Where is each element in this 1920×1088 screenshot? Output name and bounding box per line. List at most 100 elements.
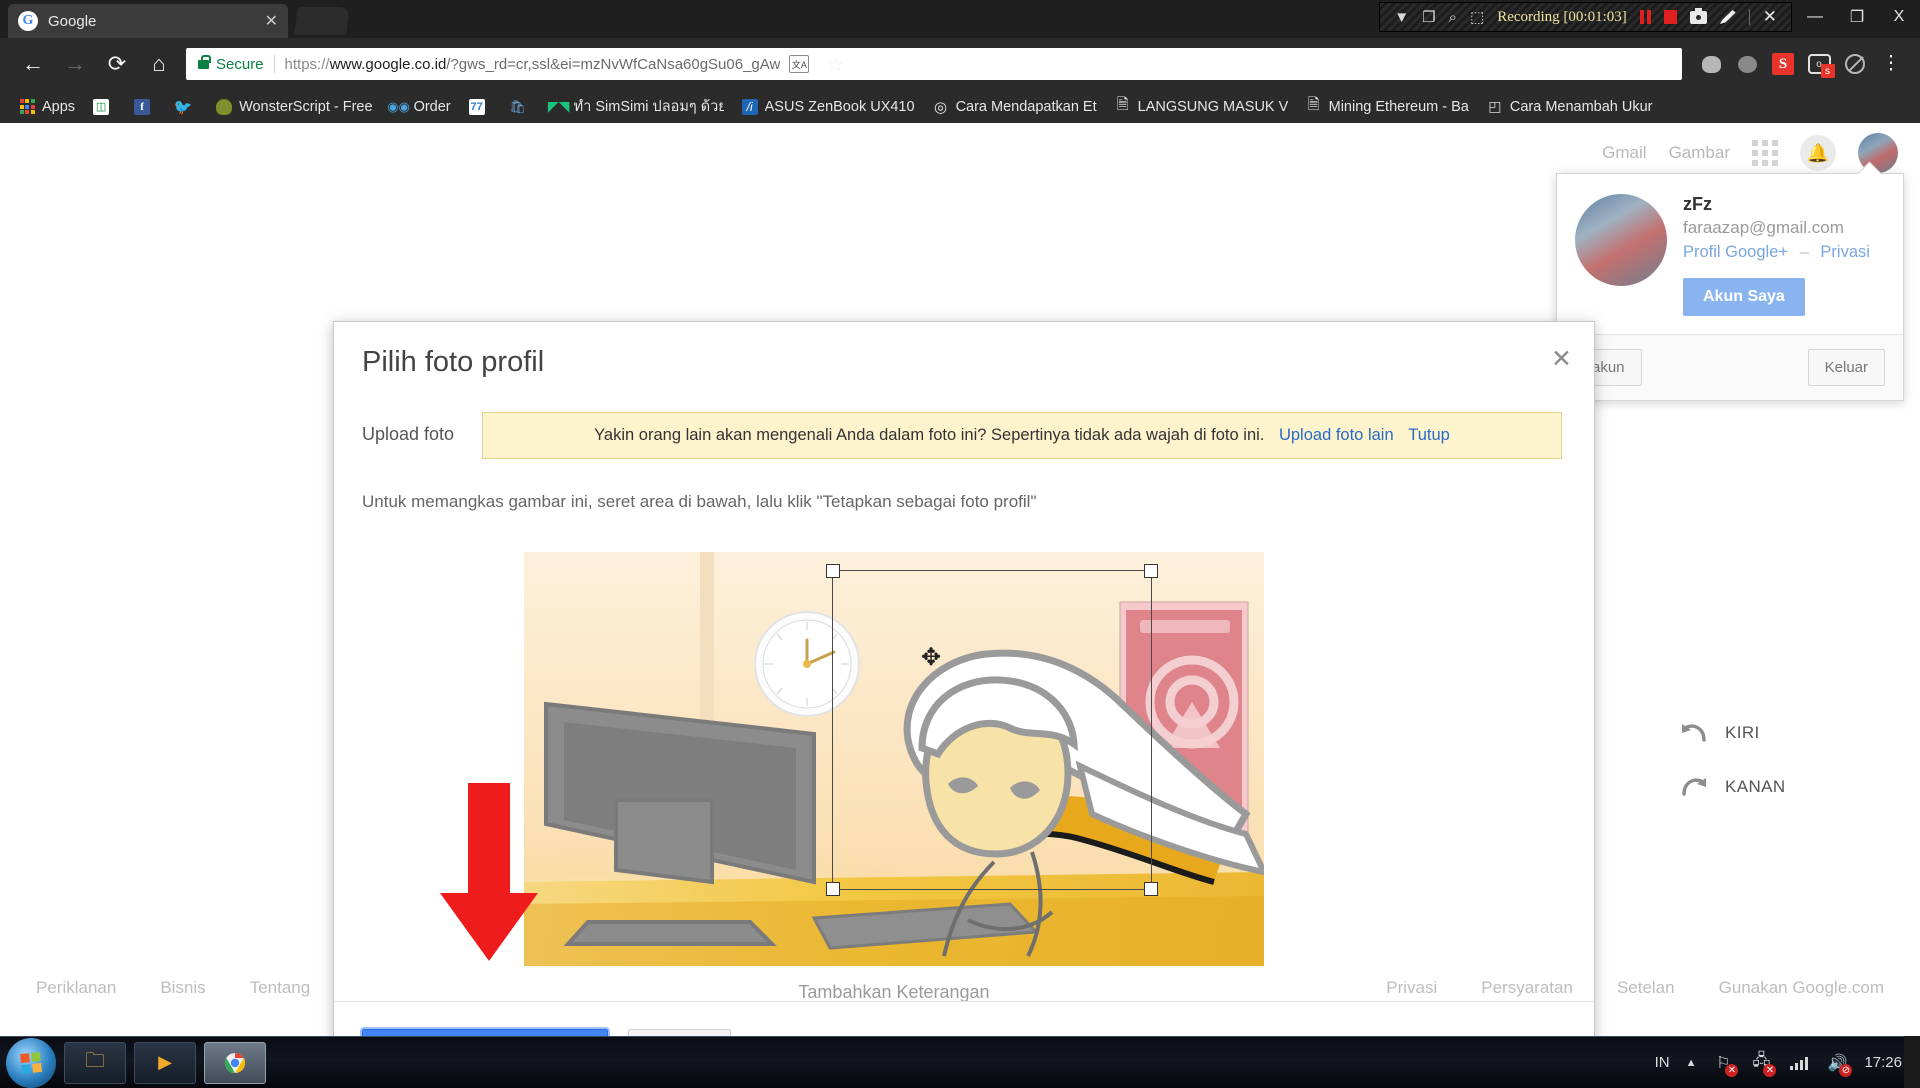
region-icon[interactable]: ⬚	[1470, 10, 1484, 25]
network-error-icon[interactable]: 🖧 ✕	[1750, 1052, 1777, 1077]
crop-handle-bottom-left[interactable]	[826, 882, 840, 896]
bookmark-item[interactable]: ◫	[84, 94, 125, 120]
tray-expand-chevron-icon[interactable]: ▲	[1686, 1057, 1697, 1069]
footer-link-setelan[interactable]: Setelan	[1617, 978, 1675, 998]
bookmark-apps[interactable]: Apps	[10, 94, 84, 120]
window-icon[interactable]: ❐	[1422, 10, 1435, 25]
rotate-right-button[interactable]: KANAN	[1679, 774, 1786, 800]
bookmark-item[interactable]: 🗎 LANGSUNG MASUK V	[1106, 94, 1297, 120]
maximize-button[interactable]: ❐	[1836, 0, 1878, 34]
extension-icon[interactable]	[1694, 47, 1728, 81]
crop-selection[interactable]: ✥	[826, 564, 1158, 896]
upload-other-photo-link[interactable]: Upload foto lain	[1279, 426, 1394, 444]
adblock-icon[interactable]	[1838, 47, 1872, 81]
oc-extension-icon[interactable]: os	[1802, 47, 1836, 81]
privacy-link[interactable]: Privasi	[1820, 243, 1870, 261]
language-indicator[interactable]: IN	[1655, 1054, 1670, 1071]
browser-tab[interactable]: G Google ✕	[8, 4, 288, 38]
bookmark-item[interactable]: ◉◉ Order	[382, 94, 460, 120]
bookmark-item[interactable]: ◰ Cara Menambah Ukur	[1478, 94, 1662, 120]
account-email: faraazap@gmail.com	[1683, 218, 1844, 237]
chrome-icon[interactable]	[204, 1041, 266, 1084]
signal-bars-icon[interactable]	[1788, 1053, 1810, 1073]
doc-icon: 🗎	[1307, 96, 1320, 113]
flag-error-icon[interactable]: ⚐ ✕	[1712, 1053, 1739, 1077]
crop-handle-top-left[interactable]	[826, 564, 840, 578]
bookmark-item[interactable]: f	[125, 94, 166, 120]
apps-grid-icon[interactable]	[1752, 140, 1778, 166]
bookmark-item[interactable]: WonsterScript - Free	[207, 94, 382, 120]
reload-button[interactable]: ⟳	[96, 43, 138, 85]
clock[interactable]: 17:26	[1864, 1054, 1902, 1071]
sign-out-button[interactable]: Keluar	[1807, 349, 1885, 386]
minimize-button[interactable]: —	[1794, 0, 1836, 34]
home-button[interactable]: ⌂	[138, 43, 180, 85]
notification-bell-icon[interactable]: 🔔	[1800, 135, 1836, 171]
bookmark-item[interactable]: 🛍	[501, 94, 542, 120]
pause-icon[interactable]	[1639, 10, 1651, 24]
my-account-button[interactable]: Akun Saya	[1683, 278, 1805, 316]
tab-title: Google	[48, 12, 97, 30]
red-arrow-icon	[440, 783, 538, 961]
close-window-button[interactable]: X	[1878, 0, 1920, 34]
url-path: /?gws_rd=cr,ssl&ei=mzNvWfCaNsa60gSu06_gA…	[446, 55, 781, 73]
dialog-close-icon[interactable]: ✕	[1551, 344, 1572, 374]
media-player-icon[interactable]: ▶	[134, 1041, 196, 1084]
close-icon[interactable]: ✕	[1763, 7, 1777, 27]
close-warning-link[interactable]: Tutup	[1408, 426, 1450, 444]
bookmarks-bar: Apps ◫ f 🐦 WonsterScript - Free ◉◉ Order…	[0, 90, 1920, 123]
divider	[1748, 9, 1750, 25]
chevron-down-icon[interactable]: ▼	[1394, 10, 1409, 25]
rotate-left-button[interactable]: KIRI	[1679, 720, 1786, 746]
bookmark-item[interactable]: 🗎 Mining Ethereum - Ba	[1297, 94, 1478, 120]
tab-close-icon[interactable]: ✕	[259, 11, 278, 31]
bookmark-item[interactable]: /i ASUS ZenBook UX410	[733, 94, 924, 120]
divider	[273, 55, 275, 73]
warning-text: Yakin orang lain akan mengenali Anda dal…	[594, 426, 1265, 444]
windows-start-icon[interactable]	[6, 1037, 56, 1088]
footer-link-periklanan[interactable]: Periklanan	[36, 978, 116, 998]
gmail-link[interactable]: Gmail	[1602, 143, 1646, 163]
address-bar[interactable]: Secure https://www.google.co.id/?gws_rd=…	[186, 48, 1682, 80]
crop-handle-top-right[interactable]	[1144, 564, 1158, 578]
google-header: Gmail Gambar 🔔	[1602, 133, 1898, 173]
extension-icon-2[interactable]	[1730, 47, 1764, 81]
stop-icon[interactable]	[1663, 10, 1677, 24]
footer-link-persyaratan[interactable]: Persyaratan	[1481, 978, 1573, 998]
bookmark-label: Cara Menambah Ukur	[1509, 98, 1653, 115]
annotation-arrow	[434, 783, 544, 963]
rotate-left-icon	[1682, 724, 1706, 742]
footer-link-privasi[interactable]: Privasi	[1386, 978, 1437, 998]
screen-recorder-toolbar[interactable]: ▼ ❐ ⌕ ⬚ Recording [00:01:03] ✕	[1379, 2, 1792, 32]
footer-link-bisnis[interactable]: Bisnis	[160, 978, 205, 998]
chrome-menu-icon[interactable]: ⋮	[1874, 47, 1908, 81]
zoom-icon[interactable]: ⌕	[1449, 10, 1457, 25]
bookmark-item[interactable]: ◎ Cara Mendapatkan Et	[924, 94, 1106, 120]
footer-link-gunakan-google[interactable]: Gunakan Google.com	[1719, 978, 1884, 998]
bookmark-item[interactable]: 77	[460, 94, 501, 120]
bookmark-item[interactable]: ◤◥ ทำ SimSimi ปลอมๆ ด้วย	[542, 94, 733, 120]
url-text: https://www.google.co.id/?gws_rd=cr,ssl&…	[285, 56, 781, 73]
google-plus-profile-link[interactable]: Profil Google+	[1683, 243, 1788, 261]
s-extension-icon[interactable]: S	[1766, 47, 1800, 81]
crop-handle-bottom-right[interactable]	[1144, 882, 1158, 896]
back-button[interactable]: ←	[12, 43, 54, 85]
profile-photo-dialog: Pilih foto profil ✕ Upload foto Yakin or…	[333, 321, 1785, 1088]
new-tab-button[interactable]	[294, 7, 350, 35]
green-m-icon: ◤◥	[547, 98, 570, 114]
pen-icon[interactable]	[1719, 10, 1736, 24]
bookmark-star-icon[interactable]: ☆	[818, 47, 852, 81]
footer-link-tentang[interactable]: Tentang	[250, 978, 311, 998]
volume-muted-icon[interactable]: 🔊 ⊘	[1826, 1053, 1853, 1077]
gambar-link[interactable]: Gambar	[1669, 143, 1730, 163]
crop-area[interactable]: ✥	[524, 552, 1264, 966]
system-tray: IN ▲ ⚐ ✕ 🖧 ✕ 🔊 ⊘ 17:26	[1655, 1052, 1920, 1077]
account-card: zFz faraazap@gmail.com Profil Google+ – …	[1556, 173, 1904, 401]
dialog-title: Pilih foto profil	[362, 346, 545, 378]
file-explorer-icon[interactable]: 🗀	[64, 1041, 126, 1084]
forward-button[interactable]: →	[54, 43, 96, 85]
bookmark-item[interactable]: 🐦	[166, 94, 207, 120]
translate-icon[interactable]: 文A	[782, 47, 816, 81]
camera-icon[interactable]	[1689, 7, 1707, 24]
bookmark-label: Apps	[42, 98, 76, 115]
